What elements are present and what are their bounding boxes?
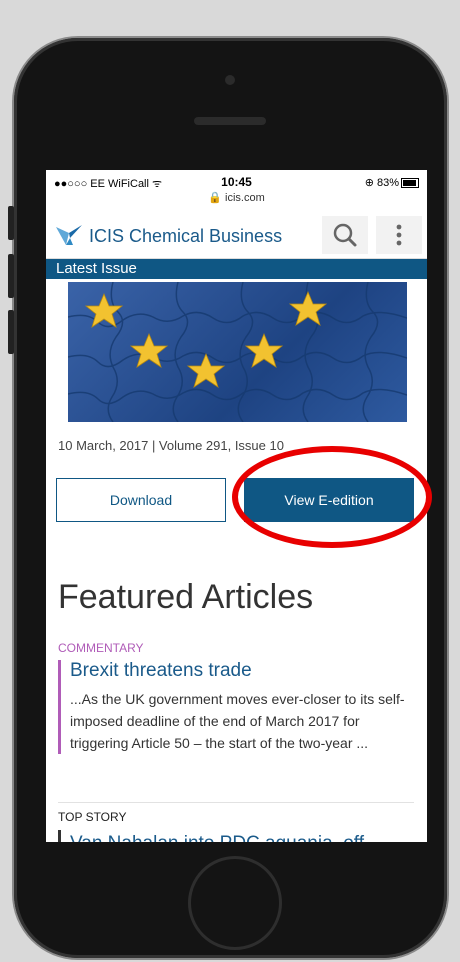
front-camera <box>225 75 235 85</box>
earpiece-speaker <box>194 117 266 125</box>
search-button[interactable] <box>322 216 368 254</box>
volume-up-button <box>8 254 14 298</box>
more-vertical-icon <box>396 224 402 246</box>
featured-articles-heading: Featured Articles <box>58 578 314 616</box>
issue-date-volume: 10 March, 2017 | Volume 291, Issue 10 <box>58 438 284 453</box>
mute-switch <box>8 206 14 240</box>
view-e-edition-button[interactable]: View E-edition <box>244 478 414 522</box>
article-excerpt: ...As the UK government moves ever-close… <box>70 691 405 751</box>
issue-cover-image[interactable] <box>68 282 407 422</box>
article-title[interactable]: Brexit threatens trade <box>70 660 414 682</box>
divider <box>58 802 414 803</box>
more-menu-button[interactable] <box>376 216 422 254</box>
featured-article[interactable]: Brexit threatens trade ...As the UK gove… <box>58 660 414 754</box>
eu-stars-puzzle-illustration <box>68 282 407 422</box>
address-url[interactable]: 🔒 icis.com <box>46 191 427 204</box>
next-article-category[interactable]: TOP STORY <box>58 810 126 824</box>
battery-percent: ⊕ 83% <box>364 177 399 189</box>
status-bar: ●●○○○ EE WiFiCall ᯤ 10:45 🔒 icis.com ⊕ 8… <box>46 170 427 212</box>
search-icon <box>333 223 357 247</box>
home-button[interactable] <box>188 856 282 950</box>
phone-screen: ●●○○○ EE WiFiCall ᯤ 10:45 🔒 icis.com ⊕ 8… <box>46 170 427 842</box>
next-article-title[interactable]: Van Nahalan into PDC aguania, off <box>58 830 414 842</box>
site-title[interactable]: ICIS Chemical Business <box>89 226 282 247</box>
article-category[interactable]: COMMENTARY <box>58 641 144 655</box>
site-header: ICIS Chemical Business <box>46 212 427 259</box>
battery-icon <box>401 178 419 189</box>
icis-logo-icon[interactable] <box>56 225 82 247</box>
latest-issue-bar: Latest Issue <box>46 259 427 279</box>
download-button[interactable]: Download <box>56 478 226 522</box>
battery-status: ⊕ 83% <box>365 176 419 189</box>
volume-down-button <box>8 310 14 354</box>
